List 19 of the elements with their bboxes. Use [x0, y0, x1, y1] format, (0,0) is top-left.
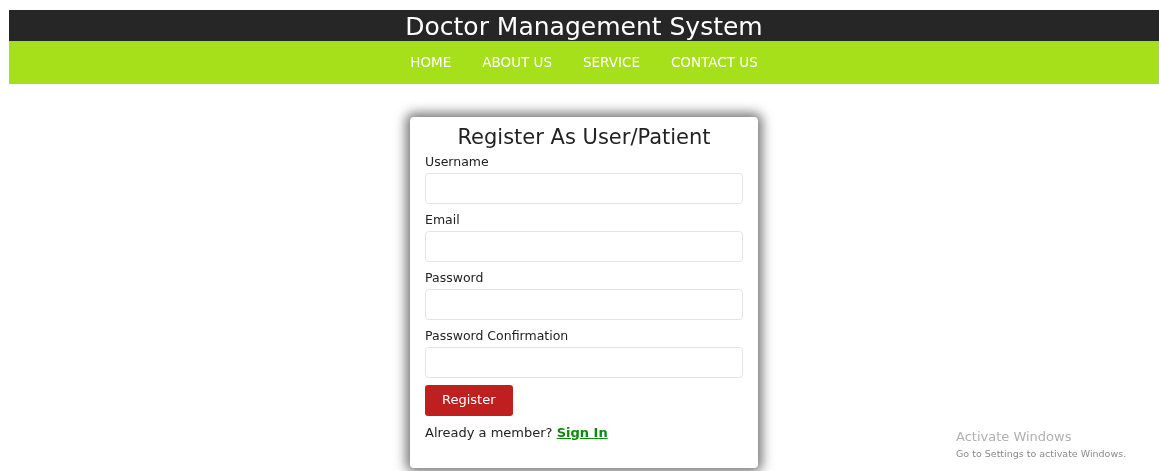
- nav-link[interactable]: SERVICE: [583, 52, 640, 73]
- member-text: Already a member?: [425, 424, 553, 440]
- input-field[interactable]: [425, 289, 743, 321]
- sign-in-link[interactable]: Sign In: [556, 424, 608, 440]
- nav-link[interactable]: CONTACT US: [670, 52, 758, 73]
- nav-link[interactable]: ABOUT US: [482, 52, 552, 73]
- input-field[interactable]: [425, 231, 743, 263]
- field-label: Password: [425, 269, 485, 287]
- input-field[interactable]: [425, 173, 743, 205]
- field-label: Password Confirmation: [425, 327, 570, 345]
- input-field[interactable]: [425, 347, 743, 379]
- form-title: Register As User/Patient: [456, 125, 712, 151]
- activation-title: Activate Windows: [956, 428, 1073, 446]
- register-button[interactable]: Register: [425, 385, 513, 416]
- site-title: Doctor Management System: [405, 11, 763, 41]
- field-label: Username: [425, 153, 490, 171]
- nav-link[interactable]: HOME: [410, 52, 452, 73]
- field-label: Email: [425, 211, 461, 229]
- activation-message: Go to Settings to activate Windows.: [956, 446, 1127, 461]
